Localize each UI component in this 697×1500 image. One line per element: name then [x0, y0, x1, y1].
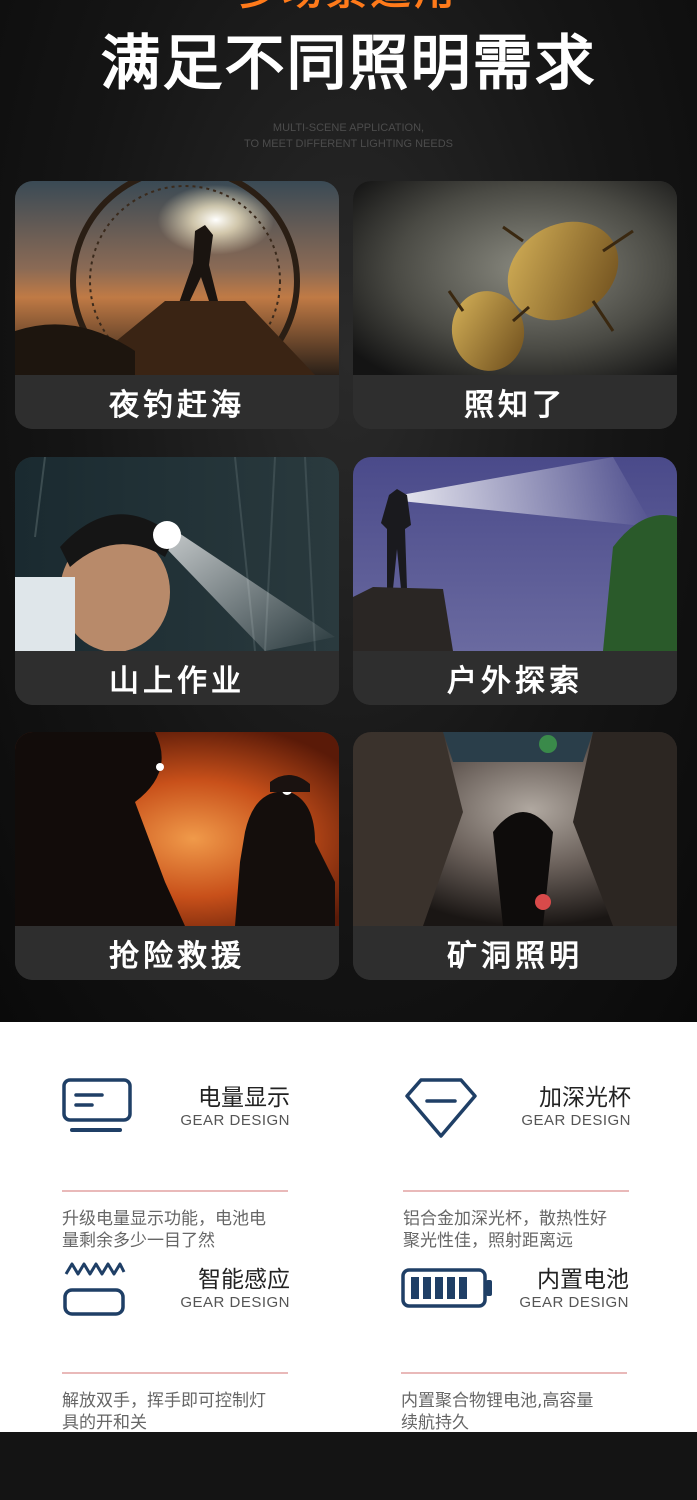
feature-desc-line-2: 聚光性佳，照射距离远 [403, 1231, 573, 1251]
feature-divider [403, 1190, 629, 1192]
scene-label: 山上作业 [109, 664, 245, 699]
feature-desc-line-1: 铝合金加深光杯，散热性好 [403, 1209, 607, 1229]
feature-divider [62, 1190, 288, 1192]
scene-card-cicada: 照知了 [353, 181, 677, 429]
headline-top: 多场景适用 [0, 0, 697, 12]
scene-section: 多场景适用 满足不同照明需求 MULTI-SCENE APPLICATION, … [0, 0, 697, 1022]
scene-label: 户外探索 [447, 664, 583, 699]
feature-title: 智能感应 [198, 1267, 290, 1293]
feature-divider [401, 1372, 627, 1374]
scene-label: 矿洞照明 [447, 939, 583, 974]
subtitle-line-1: MULTI-SCENE APPLICATION, [272, 122, 425, 134]
feature-subtitle: GEAR DESIGN [180, 1294, 290, 1311]
battery-icon [401, 1260, 492, 1322]
scene-label: 夜钓赶海 [109, 388, 245, 423]
headline-subtitle: MULTI-SCENE APPLICATION, TO MEET DIFFERE… [0, 120, 697, 152]
night-fishing-boat-photo [15, 181, 339, 375]
feature-smart-sensor: 智能感应 GEAR DESIGN 解放双手，挥手即可控制灯 具的开和关 [62, 1260, 290, 1433]
scene-label-bar: 抢险救援 [15, 926, 339, 980]
cicada-on-tree-photo [353, 181, 677, 375]
feature-divider [62, 1372, 288, 1374]
subtitle-line-2: TO MEET DIFFERENT LIGHTING NEEDS [243, 138, 454, 150]
headlamp-worker-photo [15, 457, 339, 651]
feature-title: 电量显示 [198, 1085, 290, 1111]
feature-subtitle: GEAR DESIGN [180, 1112, 290, 1129]
feature-desc-line-2: 量剩余多少一目了然 [62, 1231, 215, 1251]
feature-description: 升级电量显示功能，电池电 量剩余多少一目了然 [62, 1208, 290, 1252]
feature-title: 内置电池 [537, 1267, 629, 1293]
headline-main: 满足不同照明需求 [100, 29, 597, 99]
reflector-cup-icon [403, 1078, 479, 1140]
feature-desc-line-1: 解放双手，挥手即可控制灯 [62, 1391, 266, 1411]
feature-description: 铝合金加深光杯，散热性好 聚光性佳，照射距离远 [403, 1208, 633, 1252]
scene-label-bar: 山上作业 [15, 651, 339, 705]
feature-subtitle: GEAR DESIGN [519, 1294, 629, 1311]
feature-desc-line-1: 内置聚合物锂电池,高容量 [401, 1391, 594, 1411]
feature-description: 内置聚合物锂电池,高容量 续航持久 [401, 1390, 631, 1434]
hiker-cliff-photo [353, 457, 677, 651]
scene-label: 照知了 [464, 388, 566, 423]
scene-card-mountain-work: 山上作业 [15, 457, 339, 705]
next-section-strip [0, 1432, 697, 1500]
scene-label-bar: 照知了 [353, 375, 677, 429]
features-section: 电量显示 GEAR DESIGN 升级电量显示功能，电池电 量剩余多少一目了然 … [0, 1022, 697, 1433]
feature-subtitle: GEAR DESIGN [521, 1112, 631, 1129]
feature-title: 加深光杯 [539, 1085, 631, 1111]
feature-description: 解放双手，挥手即可控制灯 具的开和关 [62, 1390, 292, 1434]
feature-desc-line-2: 具的开和关 [62, 1413, 147, 1433]
scene-card-outdoor-exploration: 户外探索 [353, 457, 677, 705]
cave-exploration-photo [353, 732, 677, 926]
feature-built-in-battery: 内置电池 GEAR DESIGN 内置聚合物锂电池,高容量 续航持久 [401, 1260, 629, 1433]
scene-label-bar: 矿洞照明 [353, 926, 677, 980]
feature-desc-line-1: 升级电量显示功能，电池电 [62, 1209, 266, 1229]
fire-rescue-photo [15, 732, 339, 926]
feature-desc-line-2: 续航持久 [401, 1413, 469, 1433]
scene-card-rescue: 抢险救援 [15, 732, 339, 980]
scene-card-night-fishing: 夜钓赶海 [15, 181, 339, 429]
scene-card-cave: 矿洞照明 [353, 732, 677, 980]
feature-battery-display: 电量显示 GEAR DESIGN 升级电量显示功能，电池电 量剩余多少一目了然 [62, 1078, 290, 1251]
sensor-wave-icon [62, 1260, 138, 1322]
feature-deep-reflector: 加深光杯 GEAR DESIGN 铝合金加深光杯，散热性好 聚光性佳，照射距离远 [403, 1078, 631, 1251]
display-icon [62, 1078, 138, 1140]
scene-label-bar: 户外探索 [353, 651, 677, 705]
scene-label-bar: 夜钓赶海 [15, 375, 339, 429]
scene-label: 抢险救援 [109, 939, 245, 974]
